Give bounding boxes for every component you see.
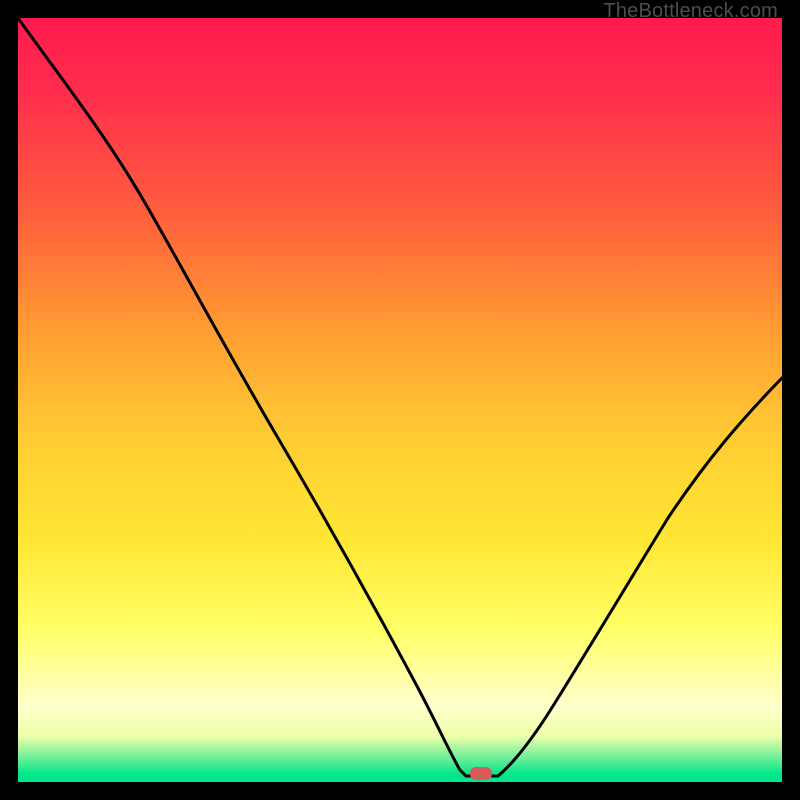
bottleneck-curve [18,18,782,776]
optimal-marker [470,767,492,780]
chart-frame: TheBottleneck.com [0,0,800,800]
watermark-label: TheBottleneck.com [603,0,778,23]
curve-layer [18,18,782,782]
plot-area [18,18,782,782]
